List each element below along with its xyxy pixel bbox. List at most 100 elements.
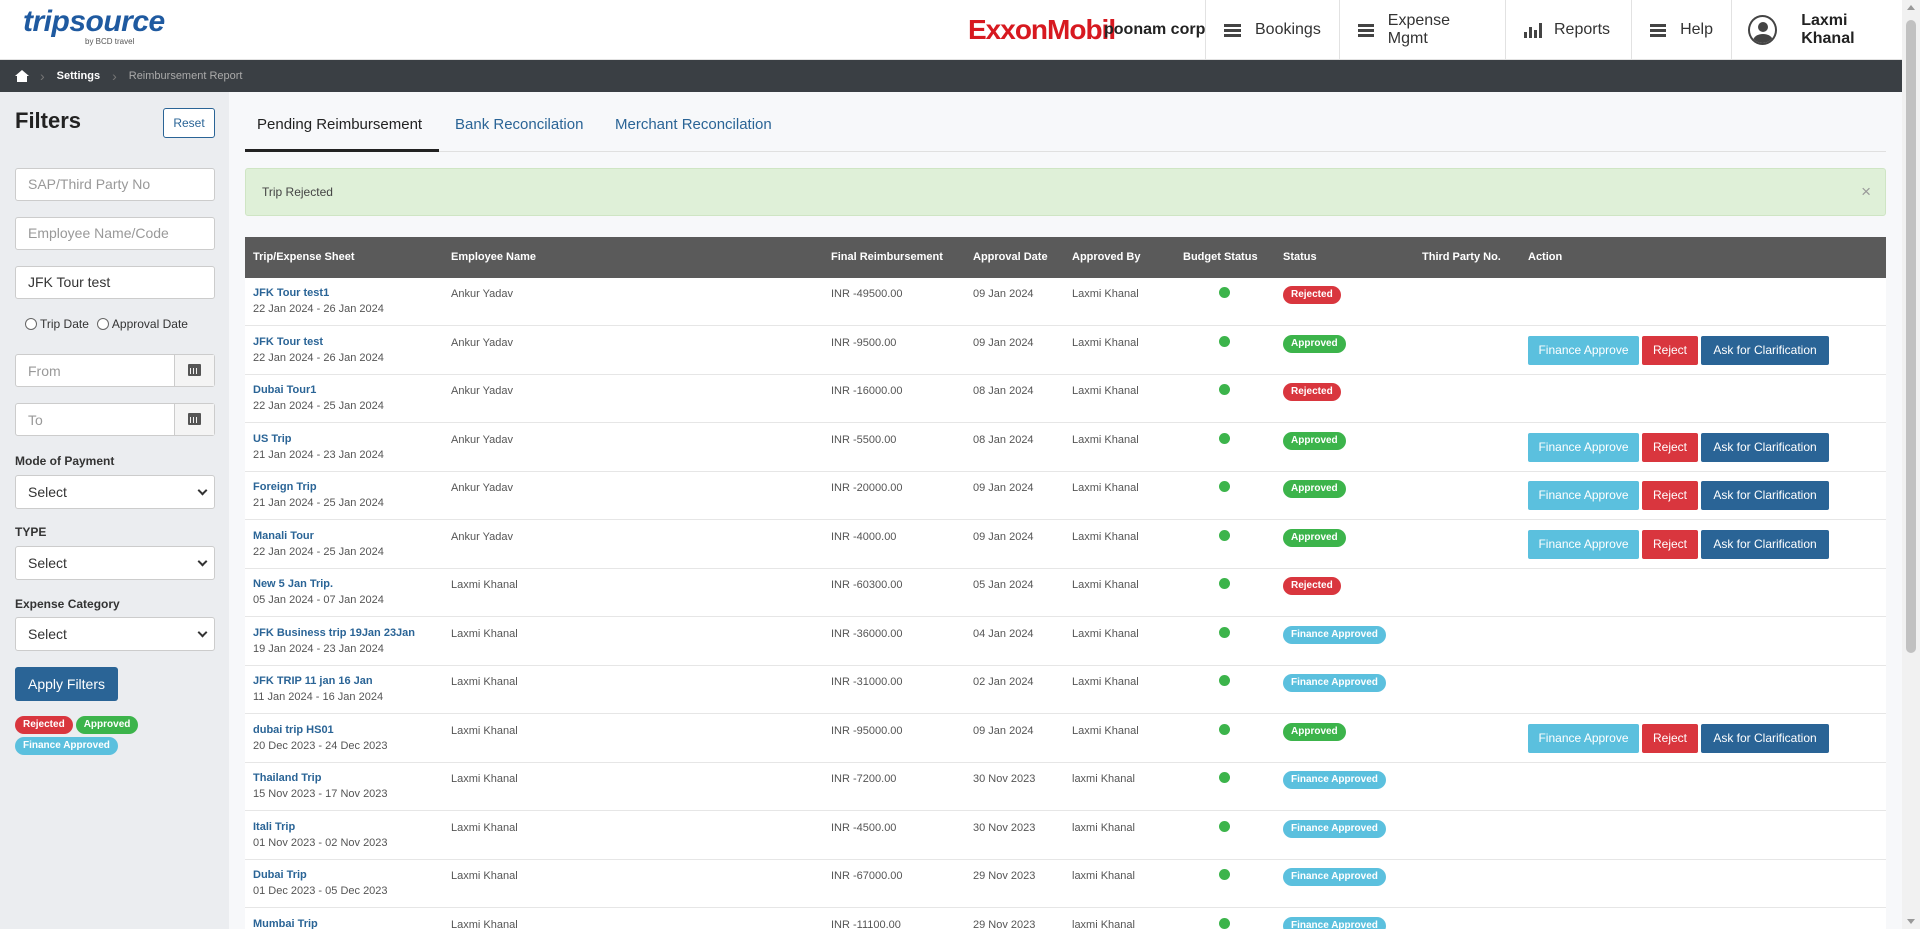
trip-name-link[interactable]: Dubai Tour1 [253, 384, 384, 396]
finance-approve-button[interactable]: Finance Approve [1528, 481, 1639, 510]
budget-status-dot [1219, 529, 1230, 541]
scroll-up-icon[interactable] [1907, 5, 1915, 10]
type-label: TYPE [15, 525, 47, 539]
employee-name: Ankur Yadav [451, 336, 513, 349]
nav-bookings[interactable]: Bookings [1205, 0, 1339, 60]
final-reimbursement: INR -11100.00 [831, 918, 901, 929]
reject-button[interactable]: Reject [1642, 481, 1698, 510]
col-third-party-no[interactable]: Third Party No. [1422, 251, 1501, 263]
trip-name-link[interactable]: Itali Trip [253, 821, 388, 833]
mode-of-payment-select[interactable]: Select [15, 475, 215, 509]
final-reimbursement: INR -9500.00 [831, 336, 897, 349]
home-icon[interactable] [15, 70, 29, 82]
trip-name-link[interactable]: dubai trip HS01 [253, 724, 388, 736]
to-date-picker-button[interactable] [174, 404, 214, 435]
trip-cell: US Trip 21 Jan 2024 - 23 Jan 2024 [253, 433, 384, 461]
sap-third-party-input[interactable]: SAP/Third Party No [15, 168, 215, 201]
close-icon[interactable]: × [1861, 182, 1871, 202]
trip-name-input[interactable]: JFK Tour test [15, 266, 215, 299]
hamburger-icon [1650, 23, 1667, 37]
type-select[interactable]: Select [15, 546, 215, 580]
trip-name-link[interactable]: JFK Business trip 19Jan 23Jan [253, 627, 415, 639]
trip-name-link[interactable]: Manali Tour [253, 530, 384, 542]
trip-name-link[interactable]: JFK Tour test1 [253, 287, 384, 299]
trip-name-link[interactable]: Mumbai Trip [253, 918, 318, 929]
employee-name-input[interactable]: Employee Name/Code [15, 217, 215, 250]
trip-date-radio[interactable] [25, 318, 37, 330]
to-date-input[interactable]: To [15, 403, 215, 436]
ask-clarification-button[interactable]: Ask for Clarification [1701, 481, 1829, 510]
from-date-picker-button[interactable] [174, 355, 214, 386]
approved-by: Laxmi Khanal [1072, 579, 1139, 591]
reject-button[interactable]: Reject [1642, 529, 1698, 559]
trip-cell: Dubai Trip 01 Dec 2023 - 05 Dec 2023 [253, 869, 388, 897]
trip-name-link[interactable]: Foreign Trip [253, 481, 384, 493]
col-approval-date[interactable]: Approval Date [973, 251, 1048, 263]
user-menu[interactable]: Laxmi Khanal [1731, 0, 1902, 60]
page-scrollbar[interactable] [1902, 0, 1920, 929]
reject-button[interactable]: Reject [1642, 432, 1698, 462]
approved-by: Laxmi Khanal [1072, 433, 1139, 446]
nav-reports[interactable]: Reports [1505, 0, 1631, 60]
final-reimbursement: INR -5500.00 [831, 433, 897, 446]
budget-status-dot [1219, 869, 1230, 880]
approval-date: 30 Nov 2023 [973, 773, 1036, 785]
col-final-reimbursement[interactable]: Final Reimbursement [831, 251, 943, 263]
reject-button[interactable]: Reject [1642, 335, 1698, 365]
reject-button[interactable]: Reject [1642, 723, 1698, 753]
apply-filters-button[interactable]: Apply Filters [15, 667, 118, 701]
col-approved-by[interactable]: Approved By [1072, 251, 1140, 263]
scroll-down-icon[interactable] [1907, 919, 1915, 924]
approval-date: 29 Nov 2023 [973, 918, 1036, 929]
col-budget-status[interactable]: Budget Status [1183, 251, 1258, 263]
nav-help[interactable]: Help [1631, 0, 1731, 60]
ask-clarification-button[interactable]: Ask for Clarification [1701, 529, 1829, 559]
finance-approve-button[interactable]: Finance Approve [1528, 723, 1639, 753]
breadcrumb-settings[interactable]: Settings [57, 70, 100, 82]
tab-merchant-reconcilation[interactable]: Merchant Reconcilation [615, 116, 772, 133]
ask-clarification-button[interactable]: Ask for Clarification [1701, 432, 1829, 462]
trip-name-link[interactable]: US Trip [253, 433, 384, 445]
finance-approve-button[interactable]: Finance Approve [1528, 529, 1639, 559]
trip-name-link[interactable]: Dubai Trip [253, 869, 388, 881]
trip-name-link[interactable]: JFK Tour test [253, 336, 384, 348]
trip-name-link[interactable]: New 5 Jan Trip. [253, 578, 384, 590]
reset-button[interactable]: Reset [163, 108, 215, 138]
from-date-input[interactable]: From [15, 354, 215, 387]
budget-status-dot [1219, 626, 1230, 638]
approval-date: 08 Jan 2024 [973, 385, 1034, 397]
mode-of-payment-label: Mode of Payment [15, 454, 115, 468]
trip-name-link[interactable]: JFK TRIP 11 jan 16 Jan [253, 675, 383, 687]
tab-bank-reconcilation[interactable]: Bank Reconcilation [455, 116, 583, 133]
trip-cell: Foreign Trip 21 Jan 2024 - 25 Jan 2024 [253, 481, 384, 509]
type-value: Select [28, 555, 67, 571]
finance-approve-button[interactable]: Finance Approve [1528, 432, 1639, 462]
finance-approve-button[interactable]: Finance Approve [1528, 335, 1639, 365]
nav-expense-mgmt[interactable]: Expense Mgmt [1339, 0, 1505, 60]
col-status[interactable]: Status [1283, 251, 1317, 263]
employee-name: Laxmi Khanal [451, 579, 518, 591]
col-employee[interactable]: Employee Name [451, 251, 536, 263]
employee-name: Laxmi Khanal [451, 676, 518, 688]
tripsource-logo[interactable]: tripsource by BCD travel [23, 6, 165, 47]
final-reimbursement: INR -31000.00 [831, 676, 903, 688]
legend-approved: Approved [75, 716, 139, 734]
ask-clarification-button[interactable]: Ask for Clarification [1701, 723, 1829, 753]
final-reimbursement: INR -67000.00 [831, 870, 903, 882]
trip-dates: 20 Dec 2023 - 24 Dec 2023 [253, 739, 388, 752]
employee-name: Laxmi Khanal [451, 724, 518, 737]
col-trip[interactable]: Trip/Expense Sheet [253, 251, 354, 263]
filters-title: Filters [15, 108, 82, 133]
date-type-radio-group: Trip Date Approval Date [25, 317, 188, 331]
scrollbar-thumb[interactable] [1906, 20, 1916, 653]
trip-cell: Manali Tour 22 Jan 2024 - 25 Jan 2024 [253, 530, 384, 558]
ask-clarification-button[interactable]: Ask for Clarification [1701, 335, 1829, 365]
employee-name: Ankur Yadav [451, 530, 513, 543]
trip-dates: 22 Jan 2024 - 26 Jan 2024 [253, 351, 384, 364]
approval-date-radio[interactable] [96, 318, 109, 330]
tab-pending-reimbursement[interactable]: Pending Reimbursement [257, 116, 422, 133]
approval-date: 29 Nov 2023 [973, 870, 1036, 882]
expense-category-select[interactable]: Select [15, 617, 215, 651]
trip-cell: New 5 Jan Trip. 05 Jan 2024 - 07 Jan 2024 [253, 578, 384, 606]
trip-name-link[interactable]: Thailand Trip [253, 772, 388, 784]
